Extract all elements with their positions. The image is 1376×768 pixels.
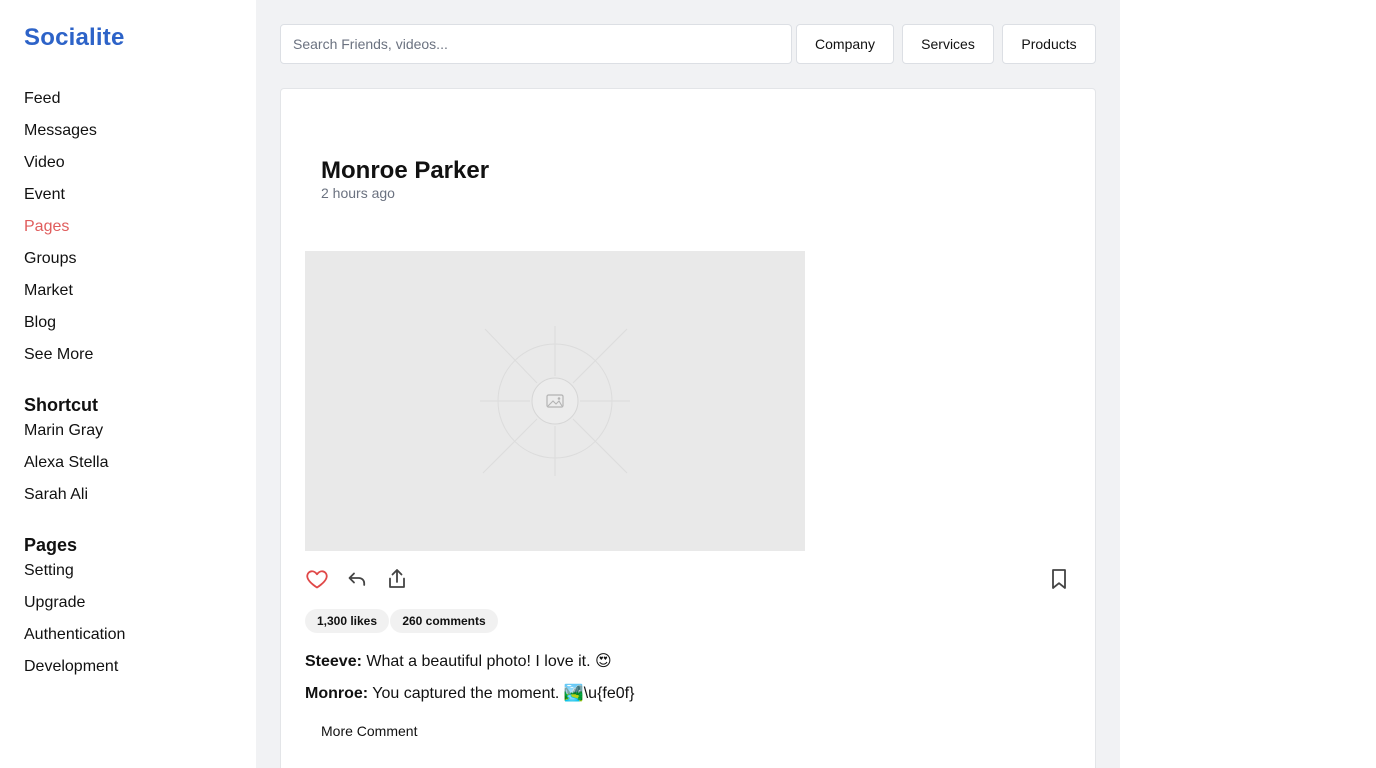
reply-icon[interactable] bbox=[345, 567, 369, 591]
image-placeholder-icon bbox=[305, 251, 805, 551]
shortcut-item-sarah-ali[interactable]: Sarah Ali bbox=[24, 486, 88, 504]
company-button[interactable]: Company bbox=[796, 24, 894, 64]
shortcut-item-marin-gray[interactable]: Marin Gray bbox=[24, 422, 103, 440]
comment-item: Steeve: What a beautiful photo! I love i… bbox=[305, 651, 612, 671]
products-button[interactable]: Products bbox=[1002, 24, 1096, 64]
nav-item-groups[interactable]: Groups bbox=[24, 250, 76, 268]
main-content: Company Services Products Monroe Parker … bbox=[256, 0, 1120, 768]
pages-item-development[interactable]: Development bbox=[24, 658, 118, 676]
search-input[interactable] bbox=[280, 24, 792, 64]
nav-item-video[interactable]: Video bbox=[24, 154, 65, 172]
comment-author[interactable]: Monroe: bbox=[305, 685, 368, 702]
nav-item-see-more[interactable]: See More bbox=[24, 346, 93, 364]
nav-item-feed[interactable]: Feed bbox=[24, 90, 60, 108]
nav-item-pages[interactable]: Pages bbox=[24, 218, 69, 236]
app-logo[interactable]: Socialite bbox=[24, 24, 125, 52]
likes-count[interactable]: 1,300 likes bbox=[305, 609, 389, 633]
post-time: 2 hours ago bbox=[321, 185, 395, 201]
nav-item-messages[interactable]: Messages bbox=[24, 122, 97, 140]
shortcut-title: Shortcut bbox=[24, 395, 98, 415]
comment-text: You captured the moment. 🏞️\u{fe0f} bbox=[372, 685, 635, 702]
nav-item-market[interactable]: Market bbox=[24, 282, 73, 300]
post-card: Monroe Parker 2 hours ago 1,300 likes 26… bbox=[280, 88, 1096, 768]
comment-item: Monroe: You captured the moment. 🏞️\u{fe… bbox=[305, 683, 634, 703]
share-icon[interactable] bbox=[385, 567, 409, 591]
sidebar: Socialite Feed Messages Video Event Page… bbox=[0, 0, 256, 768]
comment-text: What a beautiful photo! I love it. 😍 bbox=[366, 653, 612, 670]
post-author[interactable]: Monroe Parker bbox=[321, 157, 489, 185]
comments-count[interactable]: 260 comments bbox=[390, 609, 498, 633]
pages-item-upgrade[interactable]: Upgrade bbox=[24, 594, 85, 612]
post-image[interactable] bbox=[305, 251, 805, 551]
nav-item-event[interactable]: Event bbox=[24, 186, 65, 204]
services-button[interactable]: Services bbox=[902, 24, 994, 64]
more-comment-button[interactable]: More Comment bbox=[321, 723, 417, 739]
pages-title: Pages bbox=[24, 535, 78, 555]
pages-item-authentication[interactable]: Authentication bbox=[24, 626, 125, 644]
heart-icon[interactable] bbox=[305, 567, 329, 591]
comment-author[interactable]: Steeve: bbox=[305, 653, 362, 670]
shortcut-item-alexa-stella[interactable]: Alexa Stella bbox=[24, 454, 109, 472]
pages-item-setting[interactable]: Setting bbox=[24, 562, 74, 580]
nav-item-blog[interactable]: Blog bbox=[24, 314, 56, 332]
bookmark-icon[interactable] bbox=[1047, 567, 1071, 591]
